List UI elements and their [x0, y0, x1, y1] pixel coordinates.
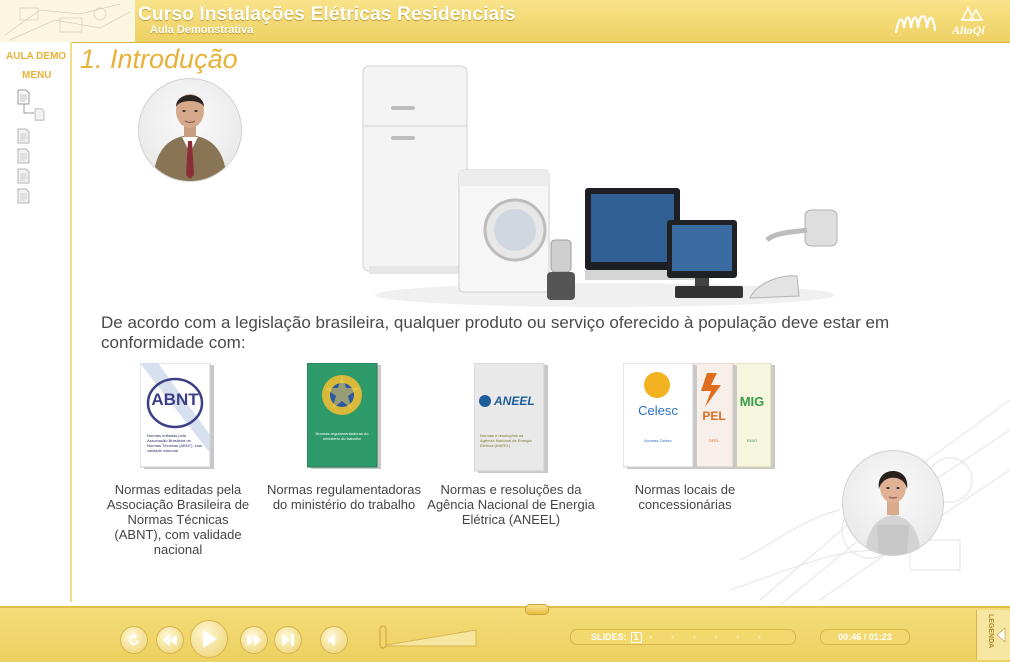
page-icon[interactable] [17, 89, 30, 105]
volume-slider[interactable] [378, 624, 480, 650]
subpage-icon[interactable] [34, 108, 45, 121]
progress-scrub-handle[interactable] [525, 604, 549, 615]
speaker-icon [328, 634, 335, 646]
legenda-arrow-icon[interactable] [996, 628, 1006, 642]
aula-demo-label: AULA DEMO [6, 51, 67, 62]
skip-next-icon [282, 634, 294, 646]
aneel-book-cover[interactable]: ANEEL Normas e resoluções da Agência Nac… [473, 362, 548, 473]
slide-page-markers: • • • • • • [649, 632, 769, 642]
presenter-avatar [138, 78, 242, 182]
mm-logo-icon [894, 14, 937, 34]
mte-book-cover[interactable]: Normas regulamentadoras do ministério do… [306, 362, 381, 469]
play-icon [203, 630, 217, 648]
altoqi-logo-text: AltoQi [952, 23, 985, 37]
menu-label[interactable]: MENU [22, 70, 51, 81]
replay-icon [129, 633, 139, 645]
course-subtitle: Aula Demonstrativa [150, 24, 254, 36]
rewind-button[interactable] [156, 626, 184, 654]
header-sketch-decoration [0, 0, 135, 42]
narrator-avatar [842, 450, 944, 556]
mte-cover-text: Normas regulamentadoras do ministério do… [315, 431, 369, 441]
celesc-cover-title: Celesc [638, 403, 678, 418]
aneel-cover-text: Normas e resoluções da Agência Nacional … [480, 433, 532, 448]
legenda-label: LEGENDA [987, 614, 994, 649]
sidebar: AULA DEMO MENU [0, 42, 72, 602]
aneel-cover-title: ANEEL [494, 394, 535, 408]
page-icon[interactable] [17, 188, 30, 204]
page-icon[interactable] [17, 148, 30, 164]
aneel-caption: Normas e resoluções da Agência Nacional … [427, 482, 595, 527]
mte-caption: Normas regulamentadoras do ministério do… [267, 482, 421, 512]
volume-button[interactable] [320, 626, 348, 654]
play-button[interactable] [190, 620, 228, 658]
slides-indicator: SLIDES: 1 • • • • • • [570, 629, 796, 645]
fast-forward-button[interactable] [240, 626, 268, 654]
home-appliances-illustration [362, 65, 838, 307]
replay-button[interactable] [120, 626, 148, 654]
intro-text: De acordo com a legislação brasileira, q… [101, 313, 890, 352]
slides-label: SLIDES: [591, 632, 627, 642]
next-slide-button[interactable] [274, 626, 302, 654]
rewind-icon [163, 634, 177, 646]
abnt-cover-text: Normas editadas pela Associação Brasilei… [147, 433, 203, 453]
section-title: 1. Introdução [80, 44, 238, 74]
page-icon[interactable] [17, 168, 30, 184]
abnt-book-cover[interactable]: ABNT Normas editadas pela Associação Bra… [139, 362, 216, 469]
abnt-cover-title: ABNT [151, 390, 199, 409]
abnt-caption: Normas editadas pela Associação Brasilei… [106, 482, 250, 557]
course-title: Curso Instalações Elétricas Residenciais [138, 4, 516, 25]
header-bar: Curso Instalações Elétricas Residenciais… [0, 0, 1010, 43]
fast-forward-icon [247, 634, 261, 646]
current-slide-number[interactable]: 1 [630, 631, 642, 643]
page-icon[interactable] [17, 128, 30, 144]
time-readout: 00:46 / 01:23 [820, 629, 910, 645]
celesc-cover-text: Normas Celesc [644, 438, 672, 443]
